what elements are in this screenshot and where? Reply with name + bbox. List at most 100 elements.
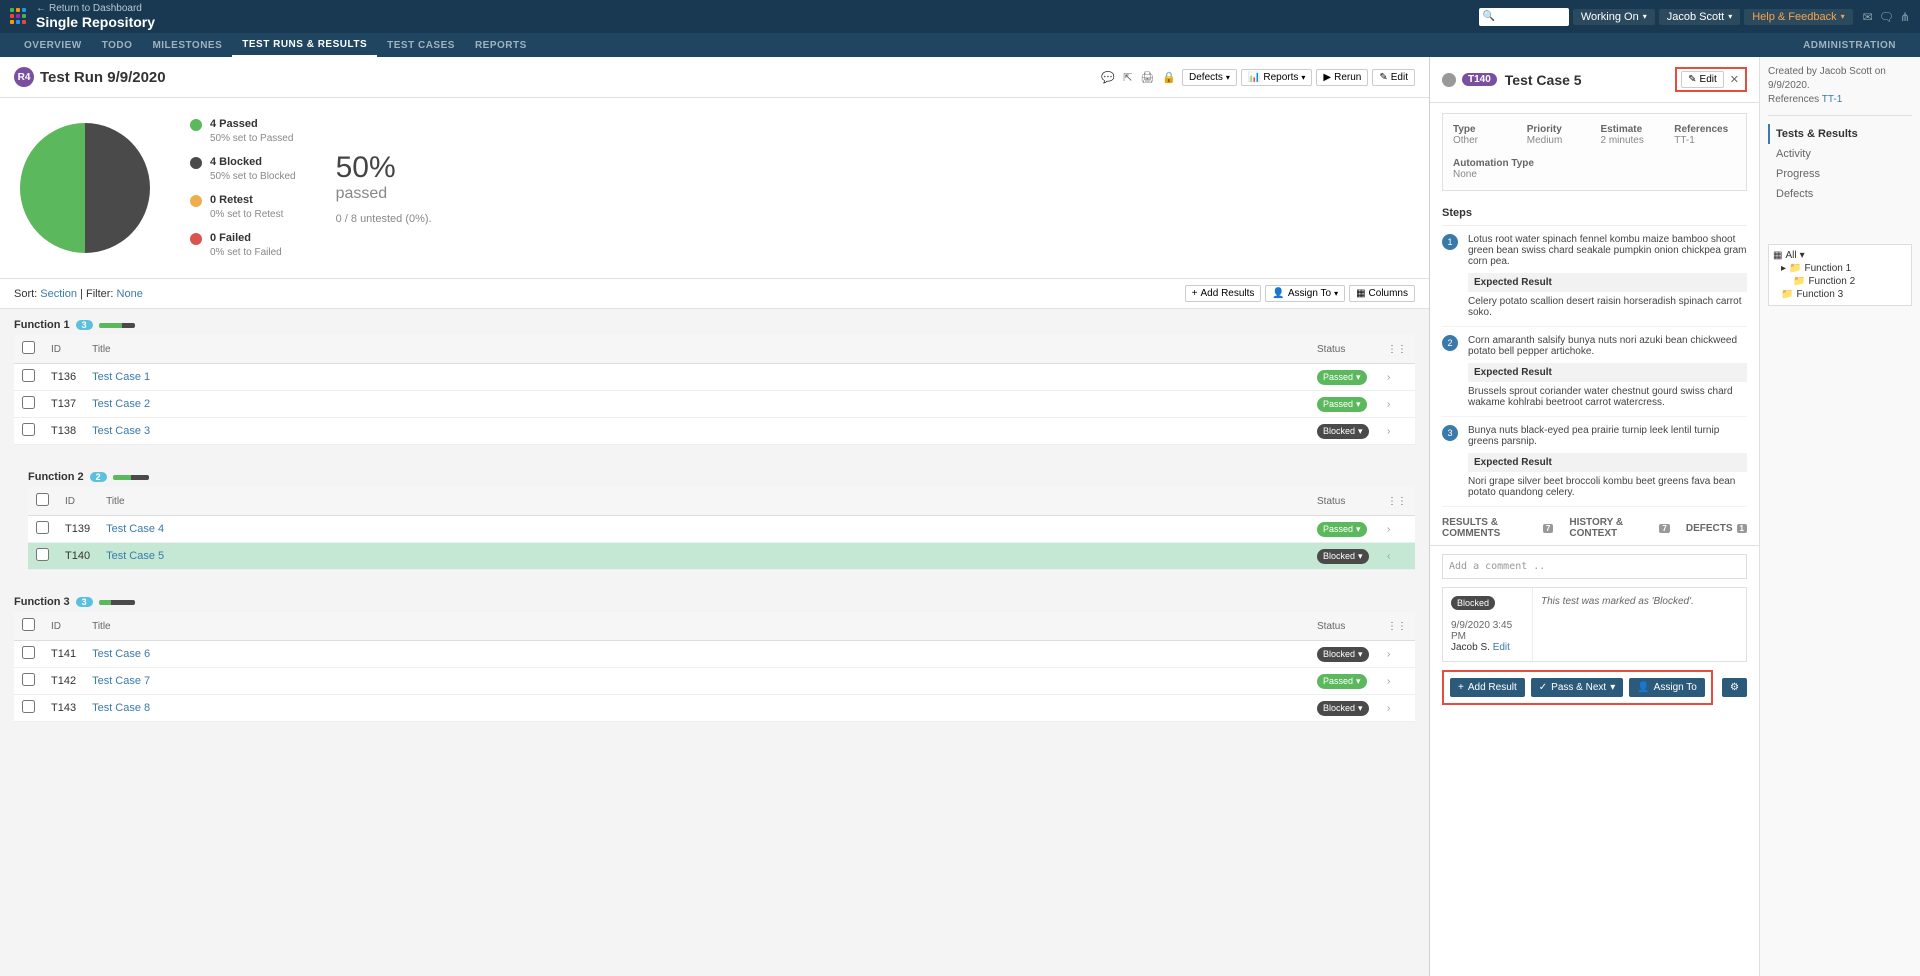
row-checkbox[interactable] bbox=[36, 548, 49, 561]
status-pill[interactable]: Blocked ▾ bbox=[1317, 647, 1369, 662]
filter-label: Filter: bbox=[86, 288, 114, 300]
sort-value[interactable]: Section bbox=[40, 288, 77, 300]
sidenav-progress[interactable]: Progress bbox=[1768, 164, 1912, 184]
reference-link[interactable]: TT-1 bbox=[1822, 94, 1843, 105]
tab-history-context[interactable]: HISTORY & CONTEXT7 bbox=[1569, 517, 1670, 539]
status-pill[interactable]: Passed ▾ bbox=[1317, 397, 1367, 412]
test-case-link[interactable]: Test Case 7 bbox=[92, 675, 150, 687]
row-checkbox[interactable] bbox=[22, 673, 35, 686]
print-icon[interactable]: 🖨 bbox=[1138, 69, 1156, 86]
nav-overview[interactable]: OVERVIEW bbox=[14, 33, 92, 57]
tab-results-comments[interactable]: RESULTS & COMMENTS7 bbox=[1442, 517, 1553, 539]
assign-to-dropdown[interactable]: 👤 Assign To ▾ bbox=[1265, 285, 1345, 302]
chevron-left-icon[interactable]: ‹ bbox=[1387, 551, 1390, 562]
rerun-button[interactable]: ▶ Rerun bbox=[1316, 69, 1368, 86]
status-pill[interactable]: Blocked ▾ bbox=[1317, 549, 1369, 564]
chevron-right-icon[interactable]: › bbox=[1387, 372, 1390, 383]
tree-all[interactable]: ▦ All ▾ bbox=[1773, 249, 1907, 262]
tree-function-3[interactable]: 📁 Function 3 bbox=[1773, 288, 1907, 301]
row-checkbox[interactable] bbox=[22, 369, 35, 382]
nav-test-runs[interactable]: TEST RUNS & RESULTS bbox=[232, 33, 377, 57]
subscribe-icon[interactable]: 💬 bbox=[1099, 69, 1117, 86]
column-config-icon[interactable]: ⋮⋮ bbox=[1379, 335, 1415, 364]
run-title: Test Run 9/9/2020 bbox=[40, 69, 166, 86]
rss-icon[interactable]: ⋔ bbox=[1900, 10, 1910, 24]
search-input[interactable]: 🔍 bbox=[1479, 8, 1569, 26]
test-case-link[interactable]: Test Case 4 bbox=[106, 523, 164, 535]
sidenav-defects[interactable]: Defects bbox=[1768, 184, 1912, 204]
assign-to-button[interactable]: 👤 Assign To bbox=[1629, 678, 1705, 697]
edit-result-link[interactable]: Edit bbox=[1493, 642, 1510, 653]
notification-icon[interactable]: 🗨 bbox=[1879, 10, 1894, 24]
section-function-2[interactable]: Function 2 2 bbox=[28, 467, 1415, 487]
row-checkbox[interactable] bbox=[22, 423, 35, 436]
test-case-link[interactable]: Test Case 2 bbox=[92, 398, 150, 410]
gear-icon: ⚙ bbox=[1730, 682, 1739, 693]
edit-run-button[interactable]: ✎ Edit bbox=[1372, 69, 1415, 86]
chevron-right-icon[interactable]: › bbox=[1387, 676, 1390, 687]
status-pill[interactable]: Passed ▾ bbox=[1317, 674, 1367, 689]
status-pill[interactable]: Passed ▾ bbox=[1317, 522, 1367, 537]
tree-function-1[interactable]: ▸ 📁 Function 1 bbox=[1773, 262, 1907, 275]
tree-function-2[interactable]: 📁 Function 2 bbox=[1773, 275, 1907, 288]
test-case-link[interactable]: Test Case 6 bbox=[92, 648, 150, 660]
comment-input[interactable]: Add a comment .. bbox=[1442, 554, 1747, 579]
section-function-1[interactable]: Function 1 3 bbox=[14, 315, 1415, 335]
status-pill[interactable]: Passed ▾ bbox=[1317, 370, 1367, 385]
test-case-link[interactable]: Test Case 5 bbox=[106, 550, 164, 562]
status-pill[interactable]: Blocked ▾ bbox=[1317, 701, 1369, 716]
help-feedback-dropdown[interactable]: Help & Feedback▾ bbox=[1744, 9, 1852, 25]
row-checkbox[interactable] bbox=[22, 646, 35, 659]
chevron-right-icon[interactable]: › bbox=[1387, 399, 1390, 410]
app-logo[interactable] bbox=[10, 8, 28, 26]
select-all-checkbox[interactable] bbox=[22, 618, 35, 631]
defects-dropdown[interactable]: Defects ▾ bbox=[1182, 69, 1237, 86]
result-message: This test was marked as 'Blocked'. bbox=[1533, 588, 1746, 661]
pass-next-button[interactable]: ✓ Pass & Next ▾ bbox=[1531, 678, 1623, 697]
mail-icon[interactable]: ✉ bbox=[1863, 10, 1873, 24]
row-checkbox[interactable] bbox=[22, 396, 35, 409]
reports-dropdown[interactable]: 📊 Reports ▾ bbox=[1241, 69, 1312, 86]
sidenav-tests-results[interactable]: Tests & Results bbox=[1768, 124, 1912, 144]
chevron-right-icon[interactable]: › bbox=[1387, 426, 1390, 437]
row-checkbox[interactable] bbox=[22, 700, 35, 713]
nav-test-cases[interactable]: TEST CASES bbox=[377, 33, 465, 57]
nav-reports[interactable]: REPORTS bbox=[465, 33, 537, 57]
sidenav-activity[interactable]: Activity bbox=[1768, 144, 1912, 164]
results-pie-chart bbox=[20, 123, 150, 253]
nav-administration[interactable]: ADMINISTRATION bbox=[1793, 33, 1906, 57]
add-result-button[interactable]: + Add Result bbox=[1450, 678, 1525, 697]
section-function-3[interactable]: Function 3 3 bbox=[14, 592, 1415, 612]
return-to-dashboard-link[interactable]: ← Return to Dashboard bbox=[36, 3, 155, 14]
column-config-icon[interactable]: ⋮⋮ bbox=[1379, 612, 1415, 641]
repository-title: Single Repository bbox=[36, 14, 155, 30]
created-by-text: Created by Jacob Scott on 9/9/2020. bbox=[1768, 65, 1912, 93]
working-on-dropdown[interactable]: Working On▾ bbox=[1573, 9, 1655, 25]
nav-milestones[interactable]: MILESTONES bbox=[142, 33, 232, 57]
test-case-link[interactable]: Test Case 8 bbox=[92, 702, 150, 714]
close-icon[interactable]: ✕ bbox=[1728, 71, 1741, 88]
untested-text: 0 / 8 untested (0%). bbox=[336, 213, 432, 225]
filter-value[interactable]: None bbox=[117, 288, 143, 300]
column-config-icon[interactable]: ⋮⋮ bbox=[1379, 487, 1415, 516]
table-row: T138Test Case 3Blocked ▾› bbox=[14, 418, 1415, 445]
chevron-right-icon[interactable]: › bbox=[1387, 649, 1390, 660]
edit-case-button[interactable]: ✎ Edit bbox=[1681, 71, 1724, 88]
test-case-link[interactable]: Test Case 3 bbox=[92, 425, 150, 437]
nav-todo[interactable]: TODO bbox=[92, 33, 143, 57]
tab-defects[interactable]: DEFECTS1 bbox=[1686, 517, 1747, 539]
settings-button[interactable]: ⚙ bbox=[1722, 678, 1747, 697]
user-dropdown[interactable]: Jacob Scott▾ bbox=[1659, 9, 1741, 25]
row-checkbox[interactable] bbox=[36, 521, 49, 534]
step-number: 2 bbox=[1442, 335, 1458, 351]
select-all-checkbox[interactable] bbox=[22, 341, 35, 354]
select-all-checkbox[interactable] bbox=[36, 493, 49, 506]
test-case-link[interactable]: Test Case 1 bbox=[92, 371, 150, 383]
chevron-right-icon[interactable]: › bbox=[1387, 524, 1390, 535]
status-pill[interactable]: Blocked ▾ bbox=[1317, 424, 1369, 439]
add-results-button[interactable]: + Add Results bbox=[1185, 285, 1262, 302]
columns-button[interactable]: ▦ Columns bbox=[1349, 285, 1415, 302]
lock-icon[interactable]: 🔒 bbox=[1160, 69, 1178, 86]
export-icon[interactable]: ⇱ bbox=[1121, 69, 1134, 86]
chevron-right-icon[interactable]: › bbox=[1387, 703, 1390, 714]
